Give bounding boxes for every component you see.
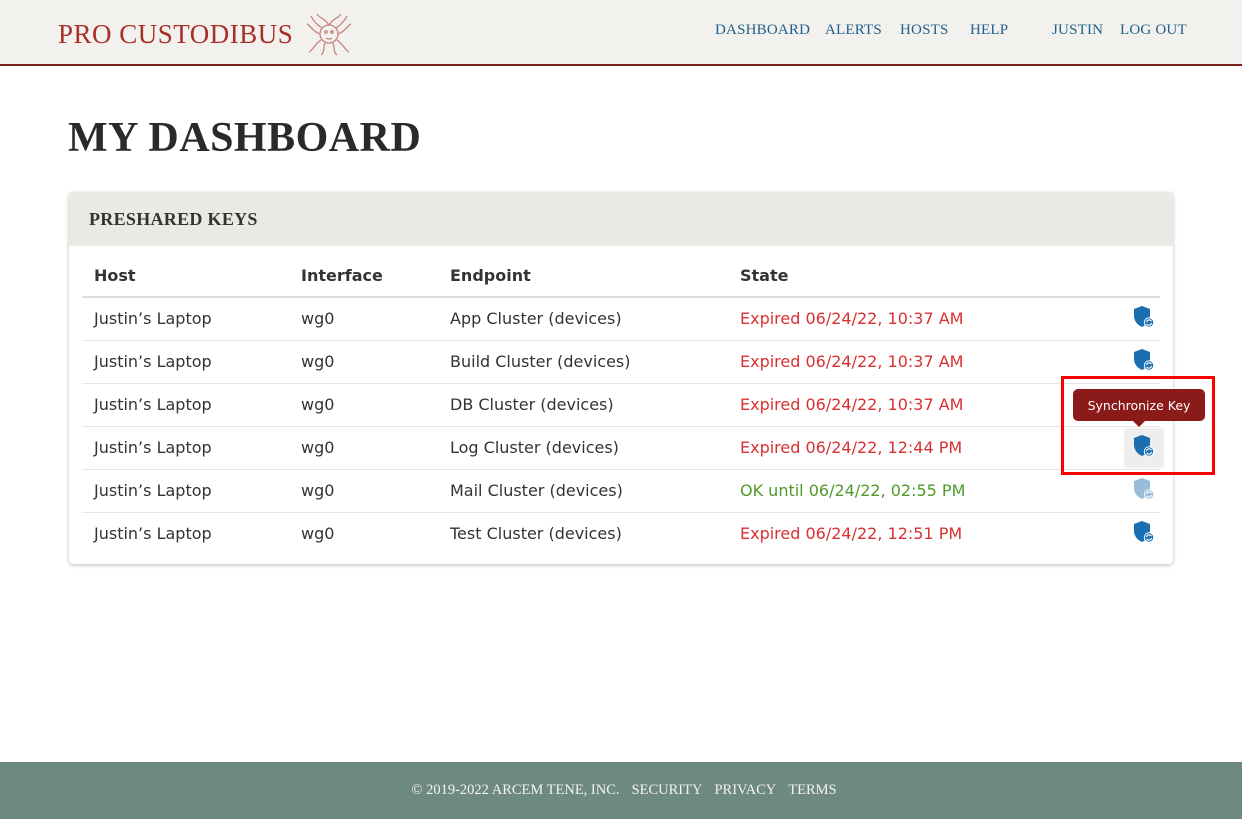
cell-endpoint[interactable]: App Cluster (devices) [438, 297, 728, 341]
cell-endpoint[interactable]: DB Cluster (devices) [438, 383, 728, 427]
synchronize-key-button[interactable] [1124, 299, 1164, 339]
footer: © 2019-2022 ARCEM TENE, INC. SECURITY PR… [0, 762, 1242, 819]
cell-interface: wg0 [289, 383, 438, 427]
column-header-state[interactable]: State [728, 254, 1088, 298]
footer-terms-link[interactable]: TERMS [788, 782, 836, 799]
cell-actions [1088, 297, 1160, 341]
column-header-host[interactable]: Host [82, 254, 289, 298]
cell-host: Justin’s Laptop [82, 297, 289, 341]
cell-host: Justin’s Laptop [82, 426, 289, 470]
shield-sync-icon [1133, 477, 1155, 505]
column-header-endpoint[interactable]: Endpoint [438, 254, 728, 298]
cell-state: Expired 06/24/22, 12:44 PM [728, 426, 1088, 470]
table-row: Justin’s Laptop wg0 App Cluster (devices) E… [82, 297, 1160, 341]
footer-copyright: © 2019-2022 ARCEM TENE, INC. [411, 782, 620, 798]
shield-sync-icon [1133, 305, 1155, 333]
cell-host: Justin’s Laptop [82, 469, 289, 513]
footer-privacy-link[interactable]: PRIVACY [714, 782, 776, 799]
synchronize-key-button[interactable] [1124, 514, 1164, 554]
cell-actions [1088, 469, 1160, 513]
nav-user-link[interactable]: JUSTIN [1052, 22, 1103, 39]
cell-state: Expired 06/24/22, 12:51 PM [740, 524, 963, 544]
cell-interface: wg0 [301, 524, 335, 544]
medusa-logo-icon [306, 13, 352, 56]
table-row: Justin’s Laptop wg0 Test Cluster (devices)… [82, 512, 1160, 555]
column-header-actions [1088, 254, 1160, 298]
nav-dashboard-link[interactable]: DASHBOARD [715, 22, 810, 39]
table-row: Justin’s Laptop wg0 Build Cluster (devices… [82, 340, 1160, 384]
nav-help-link[interactable]: HELP [970, 22, 1008, 39]
synchronize-key-tooltip: Synchronize Key [1073, 389, 1205, 421]
cell-endpoint[interactable]: Mail Cluster (devices) [438, 469, 728, 513]
cell-endpoint[interactable]: Test Cluster (devices) [438, 512, 728, 555]
footer-security-link[interactable]: SECURITY [632, 782, 703, 799]
cell-state: Expired 06/24/22, 10:37 AM [728, 340, 1088, 384]
synchronize-key-button[interactable] [1124, 471, 1164, 511]
cell-state: Expired 06/24/22, 10:37 AM [728, 297, 1088, 341]
cell-interface: wg0 [289, 426, 438, 470]
table-row: Justin’s Laptop wg0 Mail Cluster (devices)… [82, 469, 1160, 513]
shield-sync-icon [1133, 520, 1155, 548]
top-navigation-bar: PRO CUSTODIBUS DASHBOARD ALERTS HOSTS HE… [0, 0, 1242, 66]
card-title: PRESHARED KEYS [89, 208, 258, 229]
shield-sync-icon [1133, 348, 1155, 376]
preshared-keys-card: PRESHARED KEYS Host Interface Endpoint S… [69, 192, 1173, 564]
cell-endpoint[interactable]: Log Cluster (devices) [438, 426, 728, 470]
tooltip-arrow [1133, 421, 1145, 427]
table-row: Justin’s Laptop wg0 Log Cluster (devices) E… [82, 426, 1164, 470]
cell-interface: wg0 [289, 297, 438, 341]
preshared-keys-table: Host Interface Endpoint State Justin’s L… [82, 254, 1164, 555]
cell-host: Justin’s Laptop [82, 340, 289, 384]
cell-interface: wg0 [289, 469, 438, 513]
cell-state: OK until 06/24/22, 02:55 PM [728, 469, 1088, 513]
cell-host: Justin’s Laptop [82, 383, 289, 427]
cell-state: Expired 06/24/22, 10:37 AM [728, 383, 1088, 427]
cell-actions [1088, 512, 1160, 555]
table-row: Justin’s Laptop wg0 DB Cluster (devices) Ex… [82, 383, 1160, 427]
table-header-row: Host Interface Endpoint State [82, 254, 1160, 298]
cell-host: Justin’s Laptop [94, 524, 212, 544]
brand-name: PRO CUSTODIBUS [58, 18, 294, 49]
card-header: PRESHARED KEYS [69, 192, 1173, 246]
brand-home-link[interactable]: PRO CUSTODIBUS [58, 12, 353, 56]
nav-alerts-link[interactable]: ALERTS [825, 22, 882, 39]
nav-hosts-link[interactable]: HOSTS [900, 22, 949, 39]
nav-logout-link[interactable]: LOG OUT [1120, 22, 1187, 39]
cell-endpoint[interactable]: Build Cluster (devices) [438, 340, 728, 384]
page-title: MY DASHBOARD [68, 115, 422, 161]
cell-interface: wg0 [289, 340, 438, 384]
column-header-interface[interactable]: Interface [289, 254, 438, 298]
